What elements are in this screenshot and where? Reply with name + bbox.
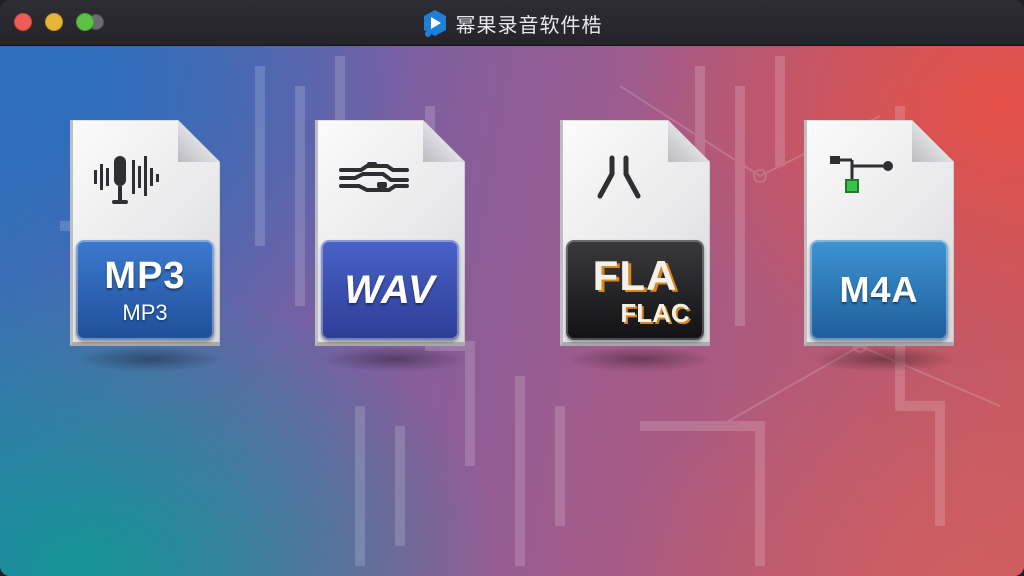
split-path-icon (597, 155, 641, 199)
format-label-flac: FLA FLAC (566, 240, 704, 340)
format-card-m4a[interactable]: M4A (804, 120, 964, 372)
title-bar (0, 0, 1024, 46)
zoom-window-button[interactable] (76, 13, 94, 31)
page-fold (423, 120, 465, 162)
format-label-mp3: MP3 MP3 (76, 240, 214, 340)
node-graph-icon (830, 156, 893, 193)
format-label-m4a: M4A (810, 240, 948, 340)
card-shadow (76, 346, 224, 372)
content-area: MP3 MP3 WAV FLA FLAC M4A (0, 46, 1024, 576)
format-name: FLA (592, 251, 678, 299)
microphone-waveform-icon (94, 156, 159, 204)
card-shadow (321, 346, 469, 372)
minimize-window-button[interactable] (45, 13, 63, 31)
app-window: 幂果录音软件梏 MP3 MP3 WAV FLA FLAC M4A (0, 0, 1024, 576)
format-card-wav[interactable]: WAV (315, 120, 475, 372)
format-subname: MP3 (122, 299, 168, 325)
format-card-flac[interactable]: FLA FLAC (560, 120, 720, 372)
card-shadow (566, 346, 714, 372)
audio-waveform-icon (339, 162, 409, 192)
card-shadow (810, 346, 958, 372)
format-name: WAV (344, 267, 436, 312)
format-name: MP3 (104, 254, 186, 297)
page-fold (178, 120, 220, 162)
format-card-mp3[interactable]: MP3 MP3 (70, 120, 230, 372)
format-label-wav: WAV (321, 240, 459, 340)
page-fold (668, 120, 710, 162)
format-subname: FLAC (620, 297, 690, 328)
format-name: M4A (839, 269, 919, 310)
close-window-button[interactable] (14, 13, 32, 31)
page-fold (912, 120, 954, 162)
